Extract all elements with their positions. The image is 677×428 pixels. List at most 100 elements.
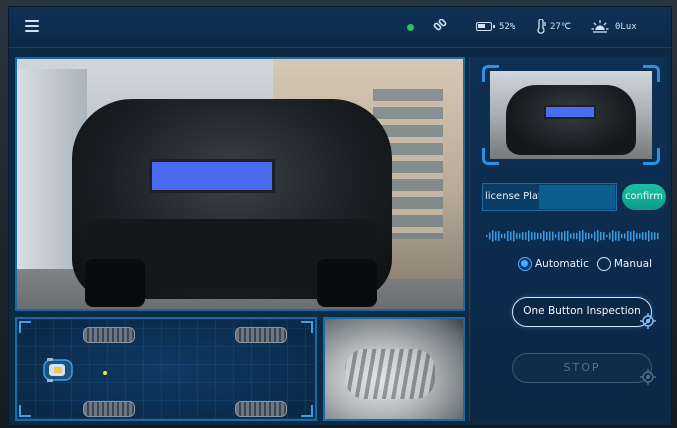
tire-front-right	[235, 327, 287, 343]
mode-label-automatic: Automatic	[535, 258, 589, 270]
waveform-bar	[537, 232, 539, 240]
waveform-bar	[504, 233, 506, 239]
vehicle-wheel-left	[85, 259, 145, 307]
waveform-bar	[600, 231, 602, 241]
waveform-bar	[531, 232, 533, 240]
vehicle-snapshot	[490, 71, 652, 159]
waveform-bar	[630, 231, 632, 241]
tire-rear-left	[83, 401, 135, 417]
snapshot-masked-plate	[544, 105, 596, 119]
waveform-bar	[591, 233, 593, 239]
waveform-bar	[648, 230, 650, 242]
waveform-bar	[525, 232, 527, 240]
waveform-bar	[639, 233, 641, 239]
waveform-bar	[567, 230, 569, 242]
waveform-bar	[495, 231, 497, 241]
inspection-robot-icon	[43, 358, 73, 382]
control-panel: license Plate confirm Automatic Manual O…	[469, 57, 668, 421]
confirm-button[interactable]: confirm	[622, 184, 666, 210]
hamburger-menu-icon[interactable]	[25, 20, 39, 32]
mode-selector: Automatic Manual	[518, 254, 660, 274]
waveform-bar	[507, 231, 509, 241]
one-button-inspection-button[interactable]: One Button Inspection	[512, 297, 652, 327]
waveform-bar	[594, 231, 596, 241]
waveform-bar	[624, 233, 626, 239]
waveform-bar	[519, 233, 521, 239]
sun-icon	[591, 20, 609, 33]
waveform-bar	[645, 232, 647, 240]
stop-button[interactable]: STOP	[512, 353, 652, 383]
waveform-bar	[552, 231, 554, 241]
waveform-bar	[585, 232, 587, 240]
waveform-bar	[573, 232, 575, 240]
waveform-bar	[534, 232, 536, 240]
waveform-bar	[618, 231, 620, 241]
temperature-value: 27℃	[550, 22, 571, 32]
waveform-bar	[642, 232, 644, 240]
vehicle-snapshot-frame[interactable]	[482, 65, 660, 165]
battery-icon	[476, 22, 495, 31]
undercarriage-detail	[345, 349, 435, 399]
waveform-bar	[516, 232, 518, 240]
waveform-bar	[606, 234, 608, 238]
waveform-bar	[528, 230, 530, 242]
waveform-bar	[621, 233, 623, 239]
vehicle-position-map[interactable]	[15, 317, 317, 421]
waveform-bar	[612, 230, 614, 242]
waveform-bar	[543, 230, 545, 242]
waveform-bar	[555, 234, 557, 238]
waveform-bar	[489, 232, 491, 240]
crosshair-icon	[640, 313, 656, 329]
front-camera-view[interactable]	[15, 57, 465, 311]
battery-level: 52%	[499, 22, 516, 32]
waveform-bar	[561, 232, 563, 240]
waveform-bar	[633, 230, 635, 242]
illuminance-value: 0Lux	[615, 22, 637, 32]
waveform-bar	[576, 232, 578, 240]
crosshair-icon	[640, 369, 656, 385]
waveform-bar	[582, 230, 584, 242]
waveform-bar	[609, 232, 611, 240]
radio-automatic[interactable]	[518, 257, 532, 271]
undercarriage-camera-view[interactable]	[323, 317, 465, 421]
masked-license-plate	[149, 159, 275, 193]
tire-rear-right	[235, 401, 287, 417]
license-plate-row: license Plate confirm	[482, 183, 666, 211]
waveform-bar	[501, 233, 503, 239]
license-plate-field[interactable]: license Plate	[482, 183, 617, 211]
mode-label-manual: Manual	[613, 258, 653, 270]
waveform-bar	[549, 231, 551, 241]
waveform-bar	[651, 232, 653, 240]
waveform-bar	[570, 233, 572, 239]
thermometer-icon	[537, 19, 546, 34]
tire-front-left	[83, 327, 135, 343]
link-icon	[433, 19, 447, 31]
waveform-bar	[627, 231, 629, 241]
waveform-bar	[579, 231, 581, 241]
waveform-bar	[657, 232, 659, 240]
vehicle-wheel-right	[317, 259, 377, 307]
waveform-bar	[615, 231, 617, 241]
waveform-bar	[558, 231, 560, 241]
license-plate-value[interactable]	[539, 185, 615, 209]
waveform-bar	[654, 232, 656, 240]
radio-manual[interactable]	[596, 257, 611, 271]
top-bar: 52% 27℃ 0Lux	[9, 7, 671, 48]
waveform-bar	[492, 230, 494, 242]
waveform-bar	[510, 231, 512, 241]
waveform-bar	[540, 233, 542, 239]
waveform-bar	[603, 231, 605, 241]
waveform-bar	[636, 232, 638, 240]
waveform-bar	[513, 230, 515, 242]
waveform-bar	[564, 231, 566, 241]
waveform-bar	[588, 233, 590, 239]
waveform-bar	[546, 232, 548, 240]
audio-waveform	[486, 230, 659, 242]
waveform-bar	[597, 230, 599, 242]
app-screen: 52% 27℃ 0Lux license Plate confirm Autom…	[8, 6, 672, 426]
connection-status-dot	[407, 24, 414, 31]
waveform-bar	[498, 231, 500, 241]
target-point	[103, 371, 107, 375]
waveform-bar	[522, 232, 524, 240]
waveform-bar	[486, 235, 488, 237]
